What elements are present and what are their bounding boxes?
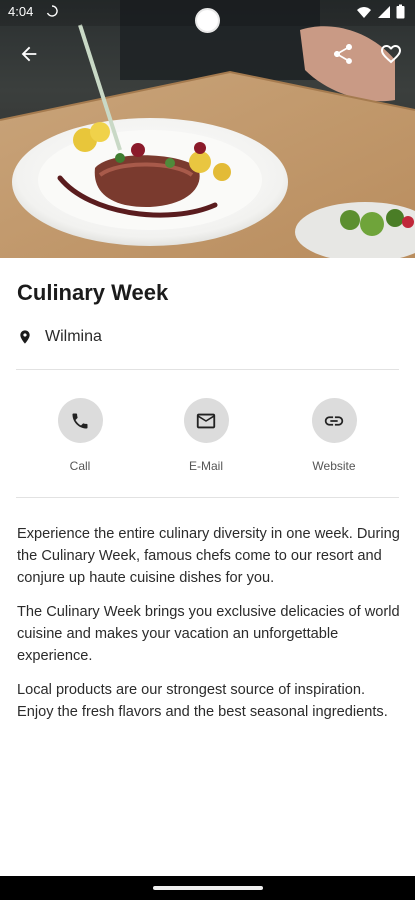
call-label: Call <box>69 459 91 473</box>
call-button[interactable]: Call <box>35 398 125 473</box>
location-pin-icon <box>20 330 30 344</box>
email-button[interactable]: E-Mail <box>161 398 251 473</box>
camera-cutout <box>195 8 220 33</box>
location-name: Wilmina <box>45 328 102 345</box>
back-button[interactable] <box>13 38 45 70</box>
website-button[interactable]: Website <box>289 398 379 473</box>
status-time: 4:04 <box>8 4 34 19</box>
website-icon-circle <box>311 398 357 443</box>
share-button[interactable] <box>327 38 359 70</box>
event-title: Culinary Week <box>17 280 169 305</box>
link-icon <box>324 415 344 426</box>
phone-icon <box>72 413 88 428</box>
signal-icon <box>378 5 390 18</box>
call-icon-circle <box>57 398 103 443</box>
description-paragraph: Experience the entire culinary diversity… <box>17 526 400 586</box>
email-label: E-Mail <box>188 459 223 473</box>
contact-actions: Call E-Mail Website <box>0 398 415 482</box>
mail-icon <box>196 413 216 428</box>
email-icon-circle <box>183 398 229 443</box>
description-paragraph: The Culinary Week brings you exclusive d… <box>17 604 400 664</box>
divider <box>16 369 399 370</box>
divider <box>16 497 399 498</box>
status-icons <box>356 4 405 19</box>
location-row: Wilmina <box>17 328 102 346</box>
heart-outline-icon <box>381 45 401 64</box>
battery-icon <box>396 4 405 19</box>
favorite-button[interactable] <box>375 38 407 70</box>
home-gesture-handle[interactable] <box>153 886 263 890</box>
wifi-icon <box>357 6 371 18</box>
sync-icon <box>46 5 58 17</box>
event-description: Experience the entire culinary diversity… <box>17 523 402 735</box>
share-icon <box>334 44 352 64</box>
navigation-bar <box>0 876 415 900</box>
website-label: Website <box>312 459 356 473</box>
screen: 4:04 Culinary Week Wilmina Call E-Mail W… <box>0 0 415 900</box>
description-paragraph: Local products are our strongest source … <box>17 682 388 720</box>
arrow-left-icon <box>21 46 37 62</box>
